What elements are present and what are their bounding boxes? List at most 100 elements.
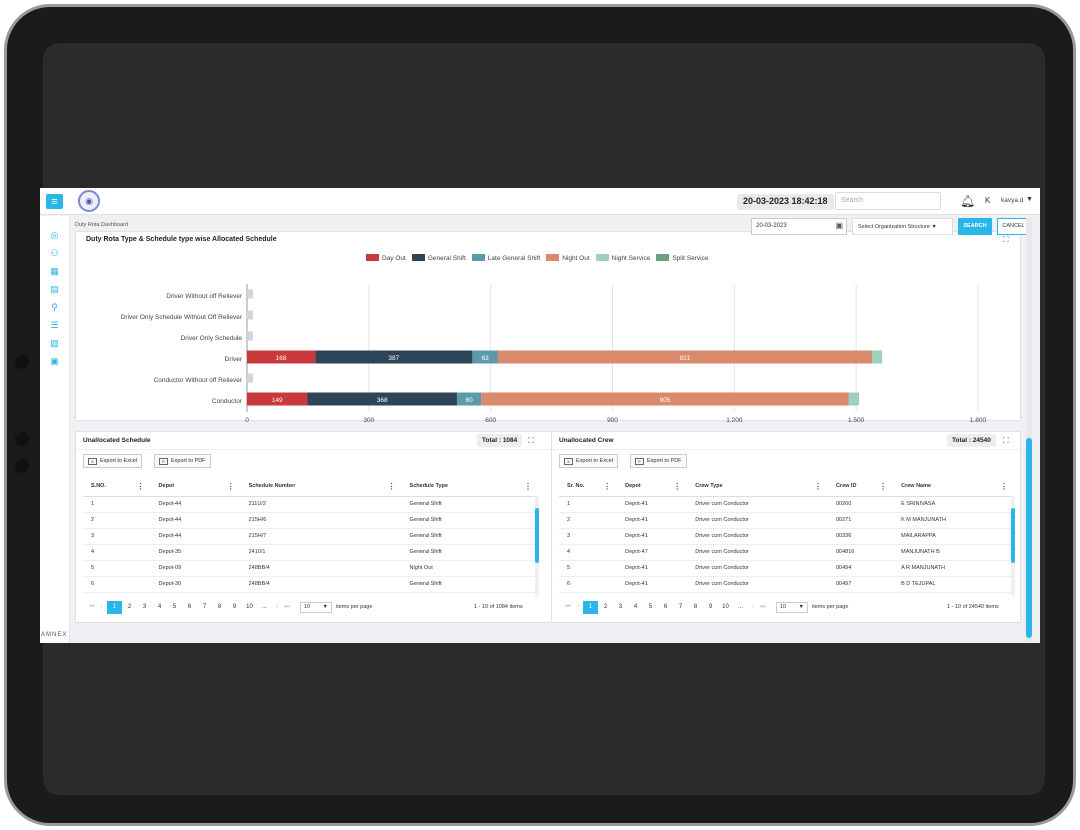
table-cell: 2 — [559, 512, 618, 529]
next-page-icon[interactable]: › — [748, 604, 758, 610]
page-button[interactable]: 2 — [598, 604, 613, 610]
column-menu-icon[interactable]: ⋮ — [227, 482, 235, 491]
page-button[interactable]: 10 — [242, 604, 257, 610]
search-button[interactable]: SEARCH — [958, 218, 992, 235]
column-header[interactable]: Depot ⋮ — [150, 477, 241, 497]
user-search-icon[interactable]: ⚲ — [49, 302, 60, 312]
page-button[interactable]: 1 — [583, 600, 598, 614]
export-excel-button[interactable]: X Export to Excel — [559, 454, 618, 468]
prev-page-icon[interactable]: ‹ — [573, 604, 583, 610]
page-button[interactable]: 5 — [167, 604, 182, 610]
table-scrollbar[interactable] — [535, 496, 539, 596]
column-header[interactable]: Schedule Type ⋮ — [401, 477, 538, 497]
report-icon[interactable]: ▧ — [49, 338, 60, 348]
table-row[interactable]: 6 Depot-30 248BB/4 General Shift — [83, 576, 538, 593]
page-button[interactable]: 7 — [197, 604, 212, 610]
page-button[interactable]: 3 — [613, 604, 628, 610]
table-cell: Depot-44 — [150, 496, 241, 513]
column-menu-icon[interactable]: ⋮ — [388, 482, 396, 491]
list-icon[interactable]: ☰ — [49, 320, 60, 330]
first-page-icon[interactable]: ⏮ — [563, 604, 573, 611]
dashboard-icon[interactable]: ◎ — [49, 230, 60, 240]
unallocated-schedule-panel: Unallocated Schedule Total : 1084 ⛶ X Exp… — [75, 431, 574, 623]
page-button[interactable]: 9 — [703, 604, 718, 610]
column-header[interactable]: S.NO. ⋮ — [83, 477, 151, 497]
table-scrollbar[interactable] — [1011, 496, 1015, 596]
page-button[interactable]: 2 — [122, 604, 137, 610]
column-header[interactable]: Depot ⋮ — [617, 477, 688, 497]
page-button[interactable]: 9 — [227, 604, 242, 610]
column-menu-icon[interactable]: ⋮ — [673, 482, 681, 491]
table-row[interactable]: 3 Depot-44 215H/7 General Shift — [83, 528, 538, 545]
table-row[interactable]: 5 Depot-41 Driver cum Conductor 00494 A R MA… — [559, 560, 1014, 577]
page-button[interactable]: 1 — [107, 600, 122, 614]
prev-page-icon[interactable]: ‹ — [97, 604, 107, 610]
page-button[interactable]: 4 — [628, 604, 643, 610]
table-row[interactable]: 4 Depot-47 Driver cum Conductor 004816 MANJU… — [559, 544, 1014, 561]
org-structure-select[interactable]: Select Organization Structure ▼ — [852, 218, 953, 235]
column-menu-icon[interactable]: ⋮ — [137, 482, 145, 491]
schedule-icon[interactable]: ▣ — [49, 356, 60, 366]
column-header[interactable]: Crew Name ⋮ — [893, 477, 1014, 497]
items-per-page-select[interactable]: 10 ▼ — [300, 601, 332, 613]
column-header[interactable]: Schedule Number ⋮ — [240, 477, 402, 497]
table-cell: B D TEJUPAL — [893, 576, 1014, 593]
calendar-icon[interactable]: ▦ — [49, 266, 60, 276]
scrollbar-thumb[interactable] — [535, 508, 539, 563]
last-page-icon[interactable]: ⏭ — [282, 604, 292, 611]
column-menu-icon[interactable]: ⋮ — [603, 482, 611, 491]
hamburger-menu-icon[interactable]: ≡ — [46, 194, 63, 209]
table-row[interactable]: 2 Depot-44 215H/6 General Shift — [83, 512, 538, 529]
last-page-icon[interactable]: ⏭ — [758, 604, 768, 611]
export-pdf-button[interactable]: P Export to PDF — [630, 454, 687, 468]
chevron-down-icon[interactable]: ▼ — [1026, 196, 1033, 203]
table-row[interactable]: 1 Depot-41 Driver cum Conductor 00260 E SRIN… — [559, 496, 1014, 513]
page-button[interactable]: 5 — [643, 604, 658, 610]
export-excel-label: Export to Excel — [576, 458, 613, 464]
document-icon[interactable]: ▤ — [49, 284, 60, 294]
page-scrollbar[interactable] — [1026, 218, 1032, 642]
column-header[interactable]: Crew ID ⋮ — [827, 477, 894, 497]
calendar-icon[interactable]: ▣ — [835, 221, 843, 230]
table-row[interactable]: 3 Depot-41 Driver cum Conductor 00336 MAILAR… — [559, 528, 1014, 545]
first-page-icon[interactable]: ⏮ — [87, 604, 97, 611]
page-button[interactable]: ... — [733, 604, 748, 610]
page-button[interactable]: 4 — [152, 604, 167, 610]
table-row[interactable]: 5 Depot-09 248BB/4 Night Out — [83, 560, 538, 577]
table-row[interactable]: 1 Depot-44 211U/2 General Shift — [83, 496, 538, 513]
page-button[interactable]: 10 — [718, 604, 733, 610]
table-cell: 248BB/4 — [240, 560, 402, 577]
column-menu-icon[interactable]: ⋮ — [524, 482, 532, 491]
export-excel-button[interactable]: X Export to Excel — [83, 454, 142, 468]
table-row[interactable]: 4 Depot-35 2410/1 General Shift — [83, 544, 538, 561]
column-menu-icon[interactable]: ⋮ — [1000, 482, 1008, 491]
export-pdf-button[interactable]: P Export to PDF — [154, 454, 211, 468]
scrollbar-thumb[interactable] — [1026, 438, 1032, 638]
bell-icon[interactable]: 🔔︎ — [960, 194, 975, 208]
expand-icon[interactable]: ⛶ — [1003, 436, 1009, 446]
date-field[interactable]: 20-03-2023 ▣ — [751, 218, 847, 235]
avatar[interactable]: K — [985, 196, 990, 205]
user-name[interactable]: kavya.d — [1001, 197, 1023, 204]
page-button[interactable]: 6 — [658, 604, 673, 610]
expand-icon[interactable]: ⛶ — [528, 436, 534, 446]
page-button[interactable]: 3 — [137, 604, 152, 610]
users-icon[interactable]: ⚇ — [49, 248, 60, 258]
tablet-side-button — [15, 355, 29, 369]
page-button[interactable]: ... — [257, 604, 272, 610]
column-menu-icon[interactable]: ⋮ — [879, 482, 887, 491]
column-header[interactable]: Sr. No. ⋮ — [559, 477, 618, 497]
column-header[interactable]: Crew Type ⋮ — [687, 477, 828, 497]
table-row[interactable]: 6 Depot-41 Driver cum Conductor 00497 B D TE… — [559, 576, 1014, 593]
items-per-page-select[interactable]: 10 ▼ — [776, 601, 808, 613]
scrollbar-thumb[interactable] — [1011, 508, 1015, 563]
column-menu-icon[interactable]: ⋮ — [814, 482, 822, 491]
page-button[interactable]: 8 — [688, 604, 703, 610]
page-button[interactable]: 6 — [182, 604, 197, 610]
page-button[interactable]: 8 — [212, 604, 227, 610]
next-page-icon[interactable]: › — [272, 604, 282, 610]
table-cell: General Shift — [401, 512, 538, 529]
page-button[interactable]: 7 — [673, 604, 688, 610]
table-row[interactable]: 2 Depot-41 Driver cum Conductor 00271 K M MA… — [559, 512, 1014, 529]
search-input[interactable]: Search — [835, 192, 941, 210]
